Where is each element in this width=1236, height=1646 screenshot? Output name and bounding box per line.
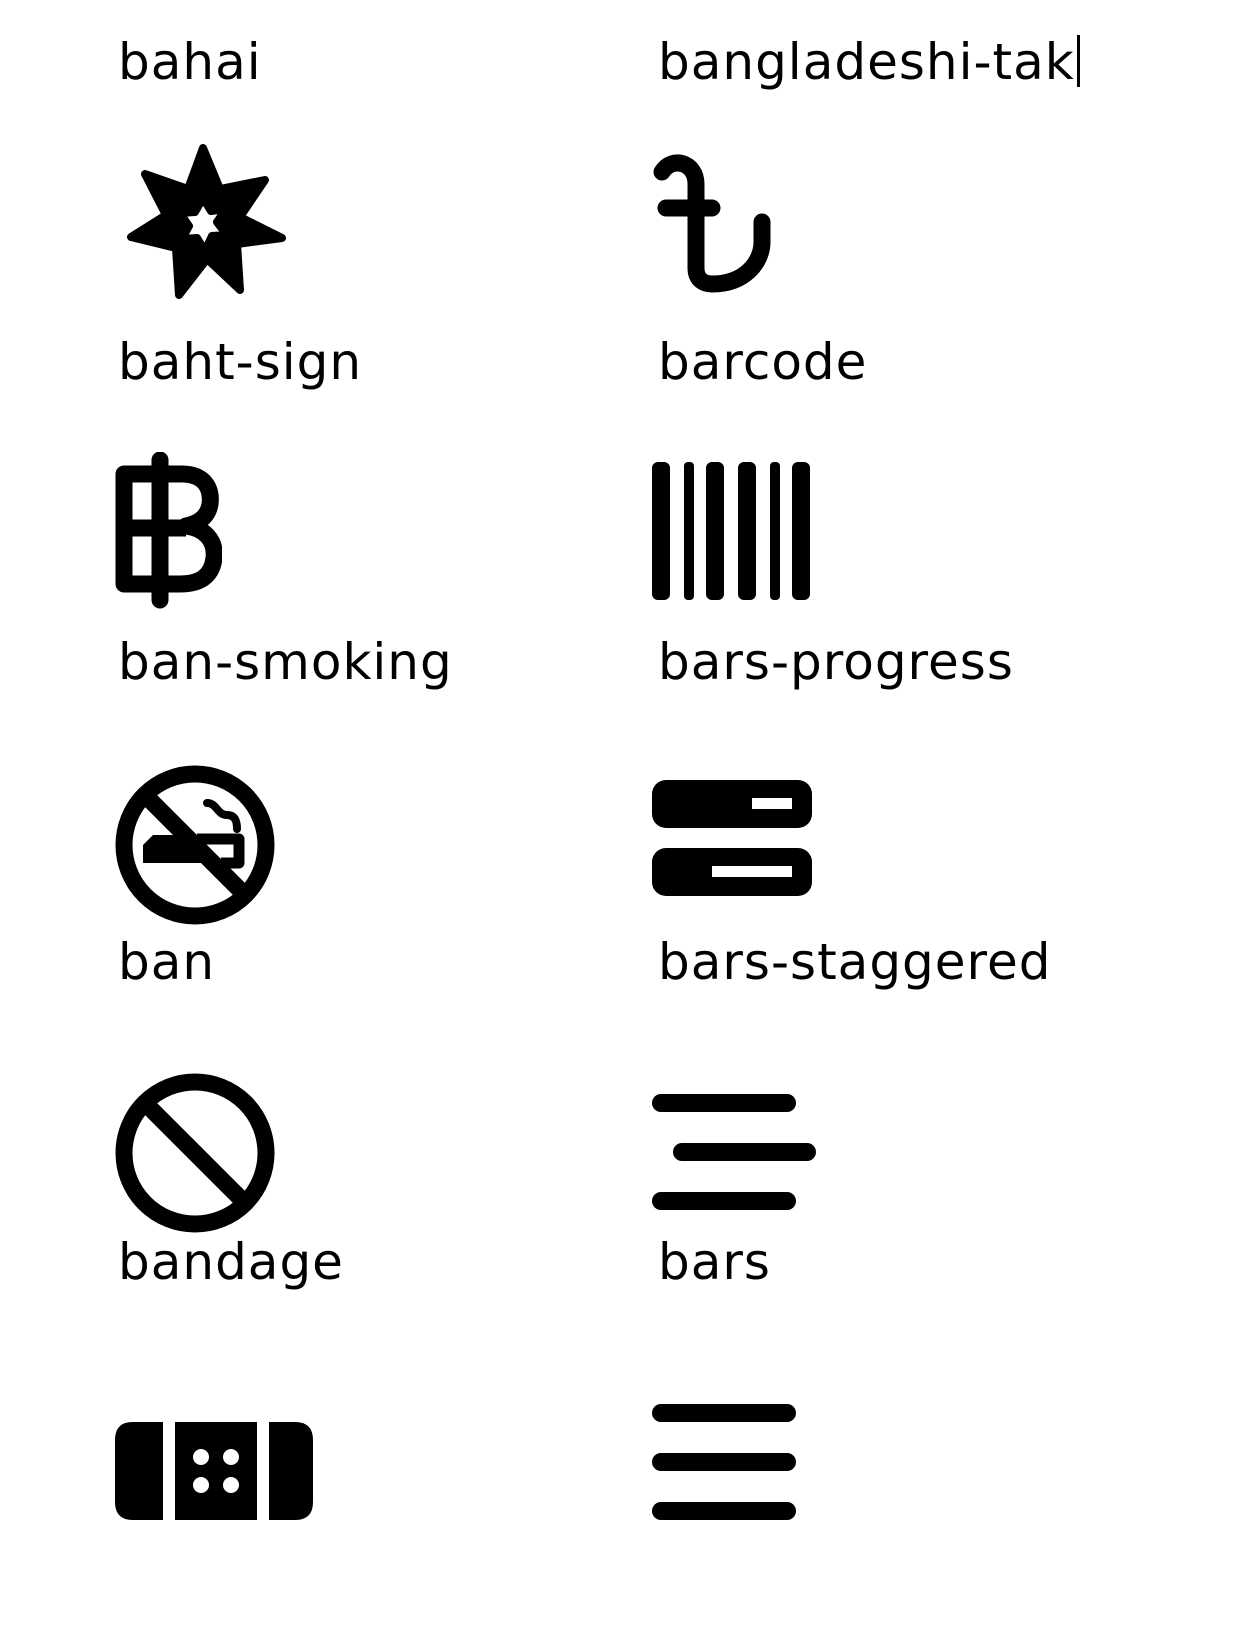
glyph-label-bangladeshi-taka[interactable]: bangladeshi-tak xyxy=(658,32,1080,92)
bandage-icon xyxy=(115,1422,313,1520)
glyph-label-bahai: bahai xyxy=(118,33,262,91)
bahai-icon xyxy=(127,144,286,299)
bars-icon xyxy=(652,1404,796,1520)
glyph-label-barcode: barcode xyxy=(658,333,868,391)
baht-sign-icon xyxy=(115,452,222,609)
ban-smoking-icon xyxy=(115,765,275,925)
glyph-label-bars: bars xyxy=(658,1233,771,1291)
glyph-label-ban: ban xyxy=(118,933,216,991)
bars-progress-icon xyxy=(652,780,812,896)
ban-icon xyxy=(115,1073,275,1233)
glyph-label-bandage: bandage xyxy=(118,1233,344,1291)
text-cursor xyxy=(1076,35,1080,87)
glyph-label-text: bangladeshi-tak xyxy=(658,33,1075,91)
glyph-label-bars-staggered: bars-staggered xyxy=(658,933,1052,991)
barcode-icon xyxy=(652,462,810,600)
glyph-label-ban-smoking: ban-smoking xyxy=(118,633,453,691)
glyph-label-baht-sign: baht-sign xyxy=(118,333,363,391)
bars-staggered-icon xyxy=(652,1094,816,1210)
glyph-label-bars-progress: bars-progress xyxy=(658,633,1014,691)
bangladeshi-taka-icon xyxy=(653,154,771,293)
